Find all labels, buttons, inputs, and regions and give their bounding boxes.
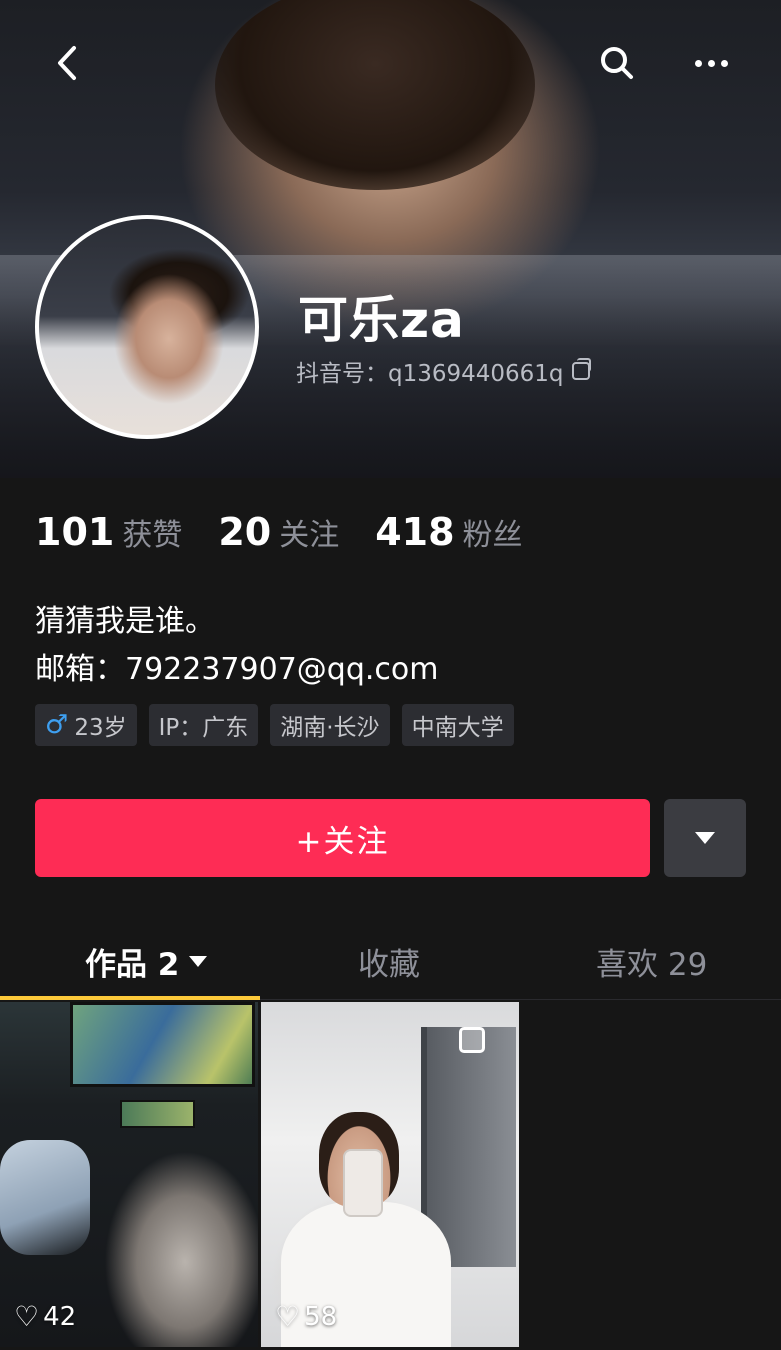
like-count-value: 42 xyxy=(43,1301,77,1332)
stat-followers[interactable]: 418 粉丝 xyxy=(375,510,522,554)
tag-age-label: 23岁 xyxy=(74,715,127,741)
stat-number: 101 xyxy=(35,510,115,554)
stat-number: 20 xyxy=(218,510,272,554)
like-count-value: 58 xyxy=(304,1301,338,1332)
tab-works-label: 作品 2 xyxy=(85,947,180,983)
content-tabs: 作品 2 收藏 喜欢 29 xyxy=(0,925,781,1000)
search-icon xyxy=(601,47,633,79)
tab-likes[interactable]: 喜欢 29 xyxy=(596,939,707,984)
tab-favorites[interactable]: 收藏 xyxy=(358,939,420,984)
like-count: ♡ 58 xyxy=(275,1300,337,1333)
tab-indicator xyxy=(0,996,260,1000)
stat-likes[interactable]: 101 获赞 xyxy=(35,510,182,554)
copy-icon[interactable] xyxy=(571,358,591,380)
stat-number: 418 xyxy=(375,510,455,554)
search-button[interactable] xyxy=(582,28,652,98)
stat-following[interactable]: 20 关注 xyxy=(218,510,339,554)
heart-icon: ♡ xyxy=(275,1300,301,1333)
stat-label: 粉丝 xyxy=(462,518,523,553)
bio-email: 邮箱：792237907@qq.com xyxy=(35,652,439,687)
more-button[interactable] xyxy=(676,28,746,98)
male-icon: ♂ xyxy=(45,710,69,740)
tag-age: ♂ 23岁 xyxy=(35,704,137,746)
chevron-left-icon xyxy=(58,46,76,80)
douyin-id-row[interactable]: 抖音号：q1369440661q xyxy=(296,354,591,388)
more-icon xyxy=(694,59,728,67)
stat-label: 关注 xyxy=(279,518,340,553)
tag-ip: IP：广东 xyxy=(148,704,259,746)
username: 可乐za xyxy=(298,291,465,349)
profile-stats: 101 获赞 20 关注 418 粉丝 xyxy=(35,510,523,554)
back-button[interactable] xyxy=(32,28,102,98)
bio-line: 猜猜我是谁。 xyxy=(35,604,215,639)
video-thumbnail[interactable]: ♡ 58 xyxy=(261,1002,519,1347)
tag-location[interactable]: 湖南·长沙 xyxy=(270,704,390,746)
profile-tags: ♂ 23岁 IP：广东 湖南·长沙 中南大学 xyxy=(35,704,514,746)
like-count: ♡ 42 xyxy=(14,1300,76,1333)
select-checkbox-icon xyxy=(459,1027,485,1053)
tag-school[interactable]: 中南大学 xyxy=(401,704,514,746)
heart-icon: ♡ xyxy=(14,1300,40,1333)
bio: 猜猜我是谁。 邮箱：792237907@qq.com xyxy=(35,598,438,694)
caret-down-icon xyxy=(695,832,715,844)
avatar[interactable] xyxy=(35,215,259,439)
stat-label: 获赞 xyxy=(122,518,183,553)
tab-works[interactable]: 作品 2 xyxy=(85,939,208,984)
follow-button[interactable]: +关注 xyxy=(35,799,650,877)
douyin-id: 抖音号：q1369440661q xyxy=(296,361,564,387)
video-thumbnail[interactable]: ♡ 42 xyxy=(0,1002,258,1347)
recommend-dropdown-button[interactable] xyxy=(664,799,746,877)
caret-down-icon xyxy=(189,956,208,967)
